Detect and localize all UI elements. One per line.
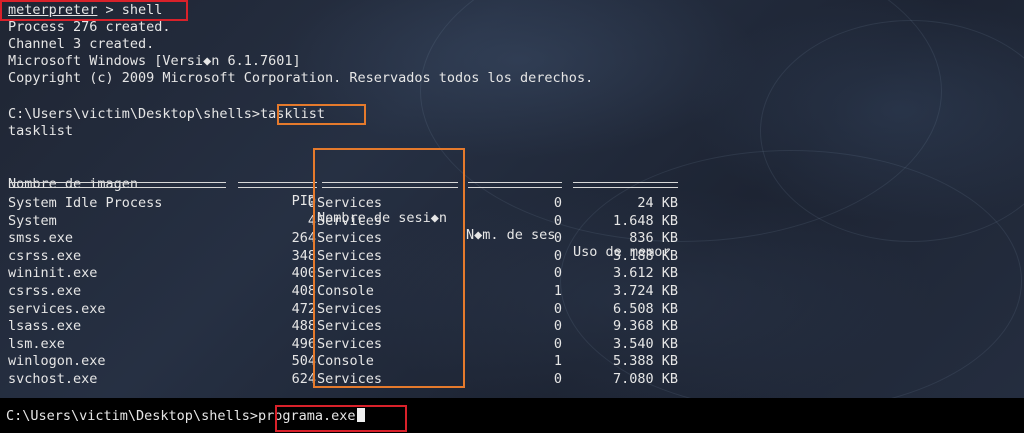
table-row: csrss.exe 408 Console 1 3.724 KB xyxy=(8,283,1008,300)
cell-pid: 348 xyxy=(291,247,316,264)
cell-session-name: Services xyxy=(317,230,383,247)
table-separator xyxy=(238,182,317,188)
text-cursor xyxy=(356,408,365,422)
cell-pid: 400 xyxy=(291,265,316,282)
cell-session-name: Services xyxy=(317,318,383,335)
table-row: System 4 Services 0 1.648 KB xyxy=(8,213,1008,230)
cell-session-num: 0 xyxy=(553,300,562,317)
cell-session-num: 0 xyxy=(553,230,562,247)
cell-image-name: services.exe xyxy=(8,300,106,317)
table-separator xyxy=(573,182,678,188)
tasklist-prompt-line: C:\Users\victim\Desktop\shells>tasklist xyxy=(8,106,325,123)
cell-image-name: lsass.exe xyxy=(8,318,82,335)
cell-memory: 9.368 KB xyxy=(612,318,678,335)
tasklist-command: tasklist xyxy=(259,106,325,122)
table-row: System Idle Process 0 Services 0 24 KB xyxy=(8,195,1008,212)
cell-image-name: svchost.exe xyxy=(8,371,98,387)
cell-memory: 3.724 KB xyxy=(612,283,678,299)
cell-pid: 496 xyxy=(291,335,316,352)
channel-created-line: Channel 3 created. xyxy=(8,36,155,52)
table-row: wininit.exe 400 Services 0 3.612 KB xyxy=(8,265,1008,282)
cell-memory: 3.188 KB xyxy=(612,247,678,264)
cell-pid: 4 xyxy=(307,212,316,229)
shell-command: shell xyxy=(121,2,163,18)
cell-image-name: csrss.exe xyxy=(8,283,82,299)
cell-image-name: smss.exe xyxy=(8,230,74,247)
table-row: winlogon.exe 504 Console 1 5.388 KB xyxy=(8,353,1008,370)
tasklist-echo-line: tasklist xyxy=(8,123,74,139)
table-row: lsm.exe 496 Services 0 3.540 KB xyxy=(8,336,1008,353)
cell-session-num: 1 xyxy=(553,353,562,370)
table-separator xyxy=(10,182,226,188)
cell-session-num: 0 xyxy=(553,318,562,335)
cell-memory: 3.540 KB xyxy=(612,335,678,352)
cell-pid: 504 xyxy=(291,353,316,370)
cell-memory: 836 KB xyxy=(629,230,678,247)
terminal-output[interactable]: meterpreter > shell Process 276 created.… xyxy=(8,0,1018,388)
cell-session-name: Services xyxy=(317,247,383,264)
cell-pid: 472 xyxy=(291,300,316,317)
windows-version-line: Microsoft Windows [Versi◆n 6.1.7601] xyxy=(8,53,301,69)
cell-session-name: Services xyxy=(317,195,383,211)
meterpreter-command-line: meterpreter > shell xyxy=(8,2,162,19)
cell-memory: 24 KB xyxy=(637,195,678,211)
cell-session-name: Services xyxy=(317,371,383,387)
cell-memory: 1.648 KB xyxy=(612,212,678,229)
cell-image-name: System xyxy=(8,212,57,229)
process-created-line: Process 276 created. xyxy=(8,19,171,35)
cell-pid: 488 xyxy=(291,318,316,335)
copyright-line: Copyright (c) 2009 Microsoft Corporation… xyxy=(8,70,594,86)
table-row: services.exe 472 Services 0 6.508 KB xyxy=(8,301,1008,318)
prompt-separator: > xyxy=(97,2,122,18)
prompt-path: C:\Users\victim\Desktop\shells> xyxy=(8,106,260,122)
cell-session-num: 0 xyxy=(553,335,562,352)
cell-session-num: 0 xyxy=(553,247,562,264)
cell-session-num: 0 xyxy=(553,265,562,282)
table-separator xyxy=(468,182,562,188)
cell-image-name: csrss.exe xyxy=(8,247,82,264)
cell-session-num: 0 xyxy=(553,212,562,229)
current-prompt-line: C:\Users\victim\Desktop\shells>programa.… xyxy=(6,407,365,425)
cell-memory: 3.612 KB xyxy=(612,265,678,282)
cell-memory: 6.508 KB xyxy=(612,300,678,317)
terminal-input-bar[interactable]: C:\Users\victim\Desktop\shells>programa.… xyxy=(0,398,1024,433)
cell-session-name: Services xyxy=(317,335,383,352)
cell-session-name: Services xyxy=(317,265,383,282)
screenshot: meterpreter > shell Process 276 created.… xyxy=(0,0,1024,433)
table-row: svchost.exe 624 Services 0 7.080 KB xyxy=(8,371,1008,388)
cell-pid: 624 xyxy=(291,371,316,387)
cell-image-name: lsm.exe xyxy=(8,335,65,352)
cell-memory: 7.080 KB xyxy=(612,371,678,387)
cell-image-name: winlogon.exe xyxy=(8,353,106,370)
table-row: smss.exe 264 Services 0 836 KB xyxy=(8,230,1008,247)
cell-pid: 0 xyxy=(307,195,316,211)
meterpreter-prompt: meterpreter xyxy=(8,2,98,18)
cell-image-name: wininit.exe xyxy=(8,265,98,282)
table-row: lsass.exe 488 Services 0 9.368 KB xyxy=(8,318,1008,335)
prompt-path: C:\Users\victim\Desktop\shells> xyxy=(6,408,258,424)
cell-session-num: 0 xyxy=(553,371,562,387)
cell-session-name: Services xyxy=(317,300,383,317)
cell-session-num: 1 xyxy=(553,283,562,299)
cell-session-name: Services xyxy=(317,212,383,229)
cell-image-name: System Idle Process xyxy=(8,195,163,211)
cell-pid: 264 xyxy=(291,230,316,247)
cell-session-num: 0 xyxy=(553,195,562,211)
cell-session-name: Console xyxy=(317,283,374,299)
cell-session-name: Console xyxy=(317,353,374,370)
typed-command: programa.exe xyxy=(257,408,356,424)
table-header: Nombre de imagen PID Nombre de sesi◆n N◆… xyxy=(8,159,1008,260)
table-row: csrss.exe 348 Services 0 3.188 KB xyxy=(8,248,1008,265)
cell-pid: 408 xyxy=(291,283,316,299)
cell-memory: 5.388 KB xyxy=(612,353,678,370)
table-separator xyxy=(322,182,458,188)
